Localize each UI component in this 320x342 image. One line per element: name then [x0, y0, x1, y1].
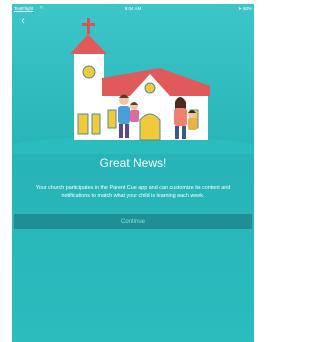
child-left-body	[130, 110, 139, 122]
church-family-illustration	[12, 18, 254, 154]
page-title: Great News!	[99, 156, 167, 170]
child-right-body	[188, 118, 197, 130]
gable-window	[144, 82, 156, 94]
parent-left-body	[118, 106, 130, 124]
church-door	[139, 113, 161, 141]
parent-right-body	[174, 108, 187, 126]
tower-roof	[70, 34, 107, 54]
tower-window	[82, 65, 96, 79]
app-screen: TestFlight ≈ 9:04 AM ➤ 60% ‹ Great News!…	[12, 4, 254, 342]
description-text: Your church participates in the Parent C…	[35, 185, 231, 199]
battery-indicator: ➤ 60%	[238, 6, 252, 12]
status-bar: TestFlight ≈ 9:04 AM ➤ 60%	[12, 4, 254, 13]
battery-percent: 60%	[242, 6, 252, 11]
continue-button[interactable]: Continue	[14, 214, 252, 229]
location-arrow-icon: ➤	[237, 6, 242, 11]
status-time: 9:04 AM	[124, 6, 142, 11]
